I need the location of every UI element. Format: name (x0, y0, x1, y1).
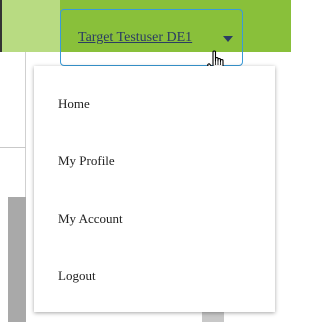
background-left-panel (0, 52, 26, 322)
background-gray-block (8, 197, 26, 322)
caret-down-icon (223, 36, 233, 42)
user-menu-button[interactable]: Target Testuser DE1 (60, 9, 243, 75)
menu-item-home[interactable]: Home (34, 76, 275, 132)
background-scroll-hint (202, 312, 224, 322)
menu-item-logout[interactable]: Logout (34, 248, 275, 304)
panel-divider (0, 147, 26, 148)
user-dropdown-menu: Home My Profile My Account Logout (34, 66, 275, 312)
menu-item-my-profile[interactable]: My Profile (34, 133, 275, 189)
user-name-label: Target Testuser DE1 (78, 30, 193, 45)
topbar-left-segment (0, 0, 60, 52)
menu-item-my-account[interactable]: My Account (34, 191, 275, 247)
